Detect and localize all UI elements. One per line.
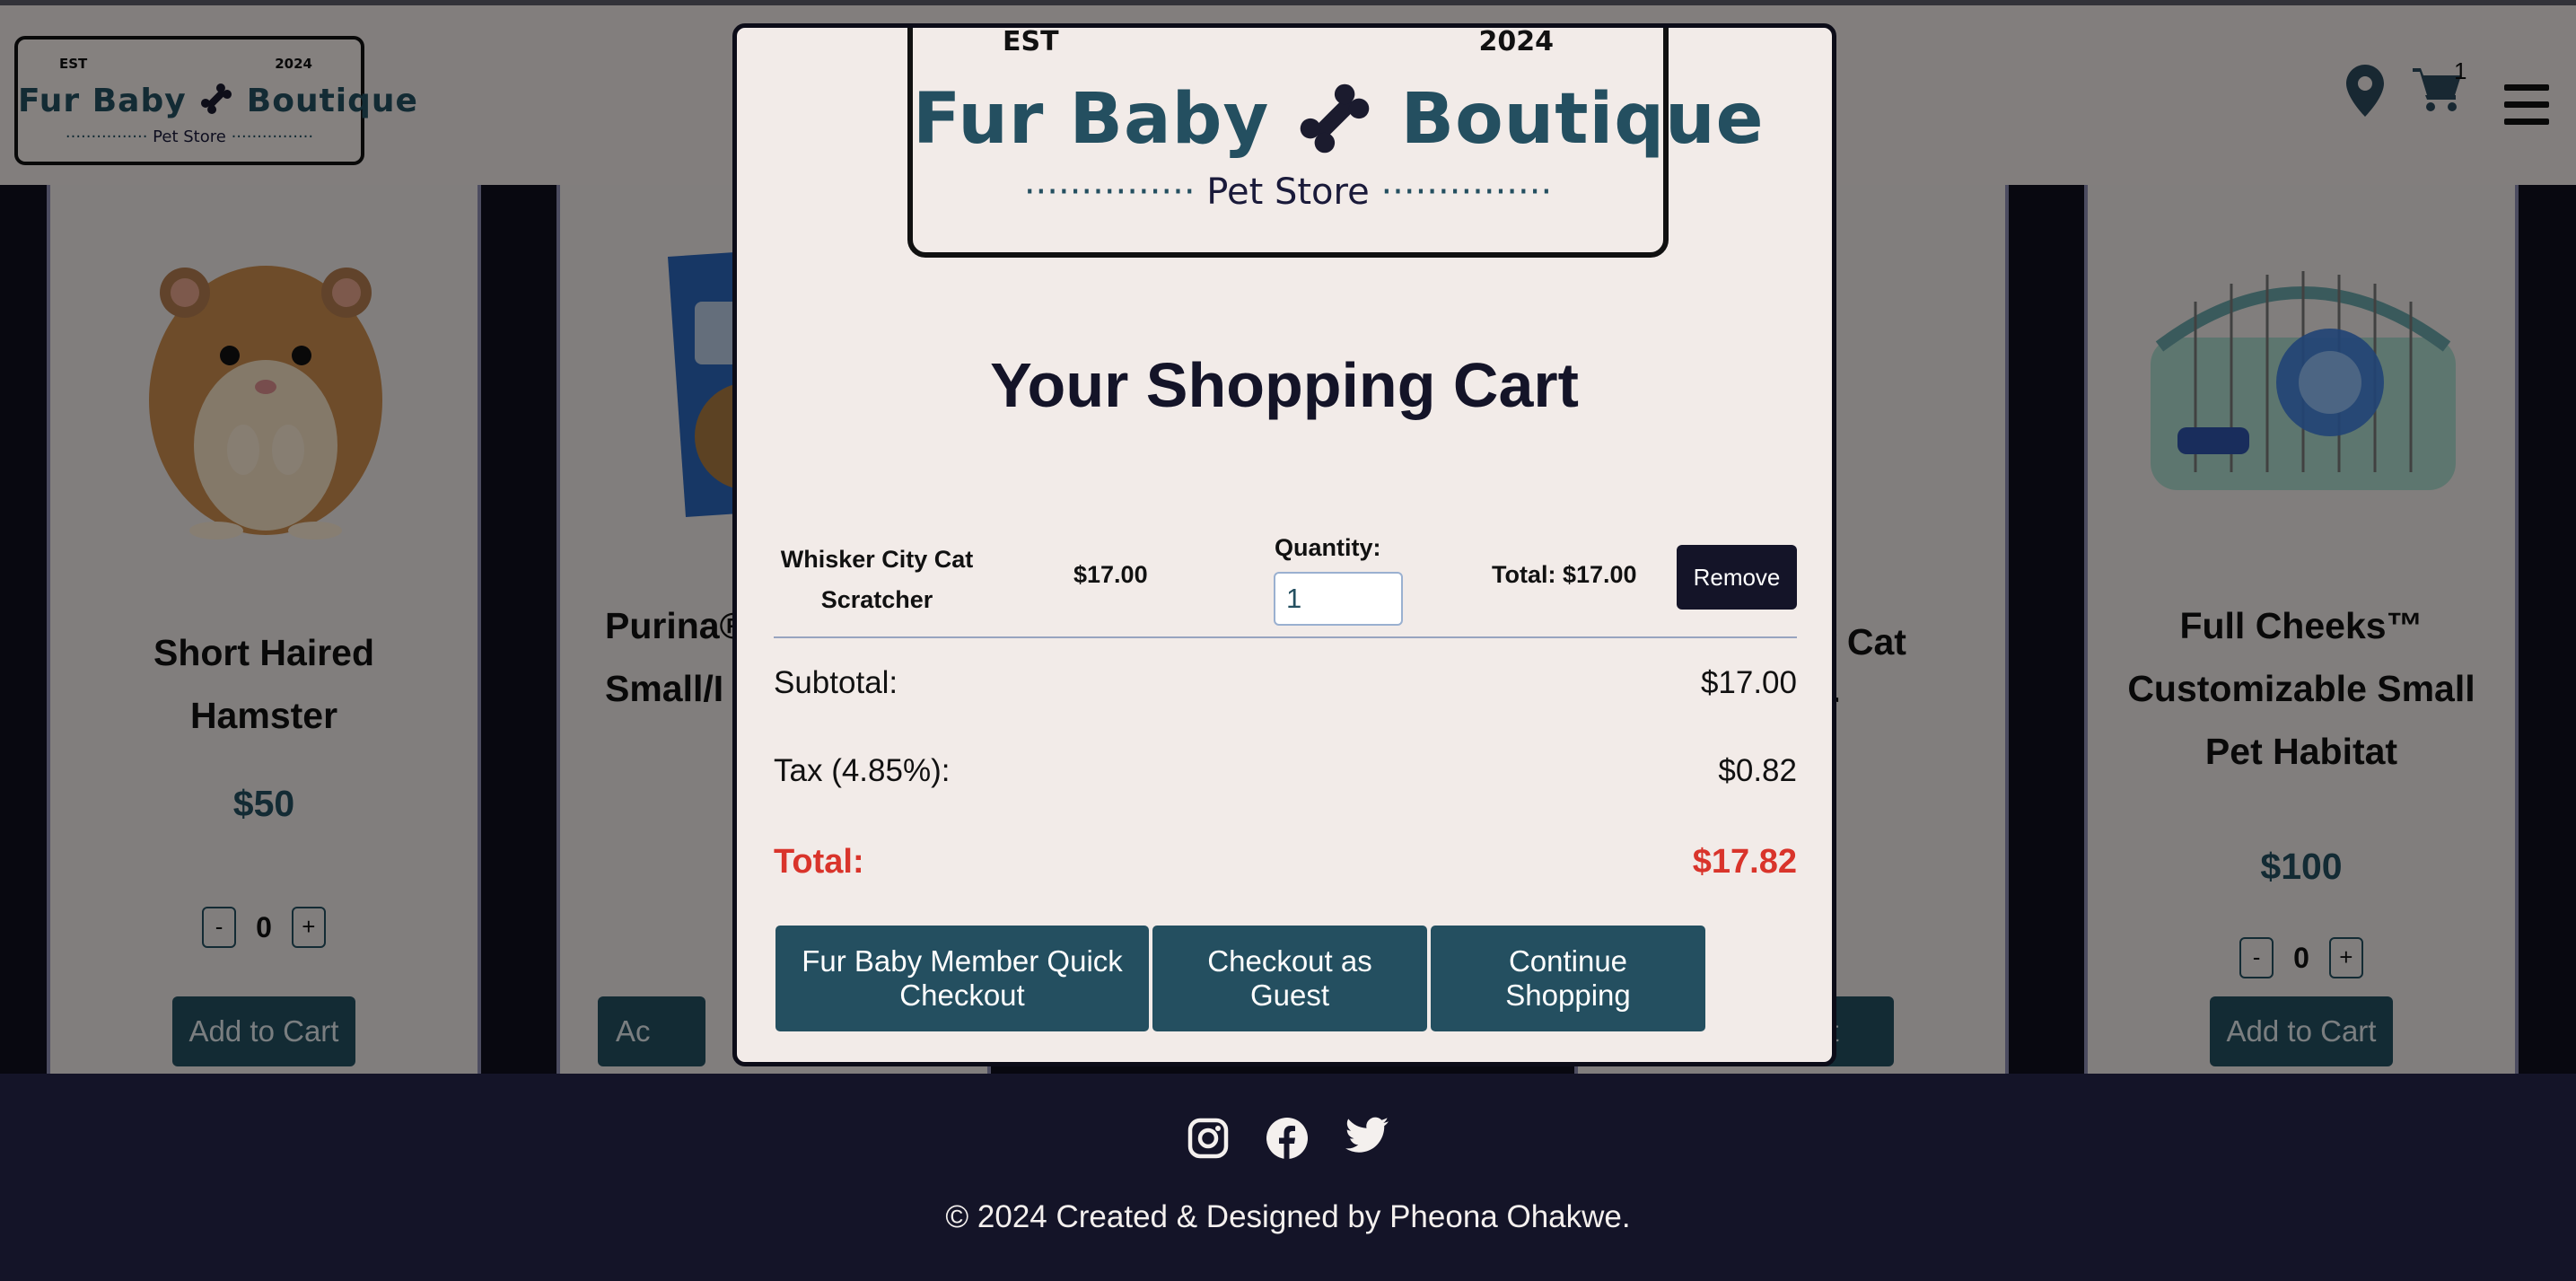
logo-year: 2024: [1478, 26, 1555, 57]
tax-value: $0.82: [1718, 753, 1797, 788]
tax-row: Tax (4.85%): $0.82: [774, 753, 1797, 789]
cart-item-total: Total: $17.00: [1492, 561, 1637, 588]
member-quick-checkout-button[interactable]: Fur Baby Member Quick Checkout: [775, 926, 1149, 1031]
facebook-icon[interactable]: [1266, 1117, 1309, 1160]
cart-title: Your Shopping Cart: [990, 350, 1579, 420]
total-value: $17.82: [1692, 843, 1797, 881]
cart-item-name: Whisker City Cat Scratcher: [780, 546, 974, 613]
tax-label: Tax (4.85%):: [774, 753, 951, 788]
remove-button[interactable]: Remove: [1677, 545, 1797, 610]
bone-icon: [1301, 83, 1370, 154]
guest-checkout-button[interactable]: Checkout as Guest: [1152, 926, 1427, 1031]
total-row: Total: $17.82: [774, 843, 1797, 882]
site-footer: © 2024 Created & Designed by Pheona Ohak…: [0, 1074, 2576, 1281]
continue-shopping-button[interactable]: Continue Shopping: [1431, 926, 1705, 1031]
modal-logo: EST 2024 Fur Baby Boutique ·············…: [907, 26, 1765, 258]
subtotal-row: Subtotal: $17.00: [774, 665, 1797, 701]
twitter-icon[interactable]: [1345, 1117, 1389, 1156]
shopping-cart-modal: EST 2024 Fur Baby Boutique ·············…: [732, 23, 1836, 1066]
checkout-actions: Fur Baby Member Quick Checkout Checkout …: [775, 926, 1799, 1031]
logo-subtitle: ··············· Pet Store ··············…: [1023, 171, 1553, 213]
logo-est: EST: [1003, 26, 1059, 57]
subtotal-value: $17.00: [1700, 665, 1797, 700]
cart-item-price: $17.00: [1073, 561, 1148, 588]
instagram-icon[interactable]: [1187, 1117, 1230, 1160]
total-label: Total:: [774, 843, 864, 881]
social-links: [0, 1117, 2576, 1160]
subtotal-label: Subtotal:: [774, 665, 898, 700]
cart-item-row: Whisker City Cat Scratcher $17.00 Quanti…: [774, 507, 1797, 638]
quantity-input[interactable]: [1274, 572, 1403, 626]
quantity-label: Quantity:: [1275, 534, 1381, 561]
logo-brand: Fur Baby Boutique: [913, 79, 1765, 160]
copyright-text: © 2024 Created & Designed by Pheona Ohak…: [945, 1199, 1631, 1234]
